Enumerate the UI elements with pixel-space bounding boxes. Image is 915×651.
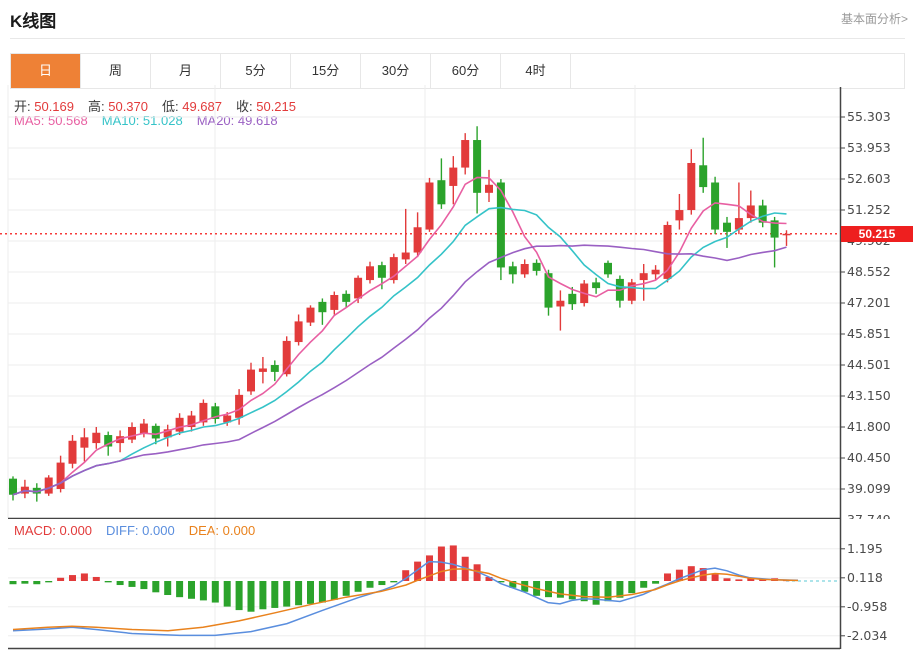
- svg-text:55.303: 55.303: [847, 109, 891, 124]
- tab-15min[interactable]: 15分: [291, 54, 361, 88]
- tab-5min[interactable]: 5分: [221, 54, 291, 88]
- svg-text:52.603: 52.603: [847, 171, 891, 186]
- svg-text:40.450: 40.450: [847, 450, 891, 465]
- tab-30min[interactable]: 30分: [361, 54, 431, 88]
- svg-text:51.252: 51.252: [847, 202, 891, 217]
- tab-60min[interactable]: 60分: [431, 54, 501, 88]
- header-divider: [10, 38, 905, 39]
- svg-text:-0.958: -0.958: [847, 599, 887, 614]
- svg-text:39.099: 39.099: [847, 481, 891, 496]
- macd-svg: 1.195 0.118 -0.958 -2.034: [0, 519, 915, 650]
- svg-text:44.501: 44.501: [847, 357, 891, 372]
- svg-text:41.800: 41.800: [847, 419, 891, 434]
- tab-week[interactable]: 周: [81, 54, 151, 88]
- macd-chart[interactable]: 1.195 0.118 -0.958 -2.034: [0, 519, 915, 650]
- svg-text:-2.034: -2.034: [847, 628, 887, 643]
- svg-text:53.953: 53.953: [847, 140, 891, 155]
- tab-month[interactable]: 月: [151, 54, 221, 88]
- fundamental-analysis-link[interactable]: 基本面分析>: [841, 10, 908, 27]
- svg-text:48.552: 48.552: [847, 264, 891, 279]
- candlestick-svg: 55.30353.95352.60351.25249.90248.55247.2…: [0, 85, 915, 519]
- svg-text:47.201: 47.201: [847, 295, 891, 310]
- tab-day[interactable]: 日: [11, 54, 81, 88]
- page-title: K线图: [10, 7, 56, 32]
- interval-tab-strip: 日周月5分15分30分60分4时: [10, 53, 905, 89]
- candlestick-chart[interactable]: 55.30353.95352.60351.25249.90248.55247.2…: [0, 85, 915, 519]
- current-price-tag: 50.215: [841, 226, 913, 242]
- tab-4hour[interactable]: 4时: [501, 54, 571, 88]
- svg-text:1.195: 1.195: [847, 541, 883, 556]
- svg-text:45.851: 45.851: [847, 326, 891, 341]
- svg-text:0.118: 0.118: [847, 570, 883, 585]
- svg-text:43.150: 43.150: [847, 388, 891, 403]
- svg-text:37.749: 37.749: [847, 512, 891, 519]
